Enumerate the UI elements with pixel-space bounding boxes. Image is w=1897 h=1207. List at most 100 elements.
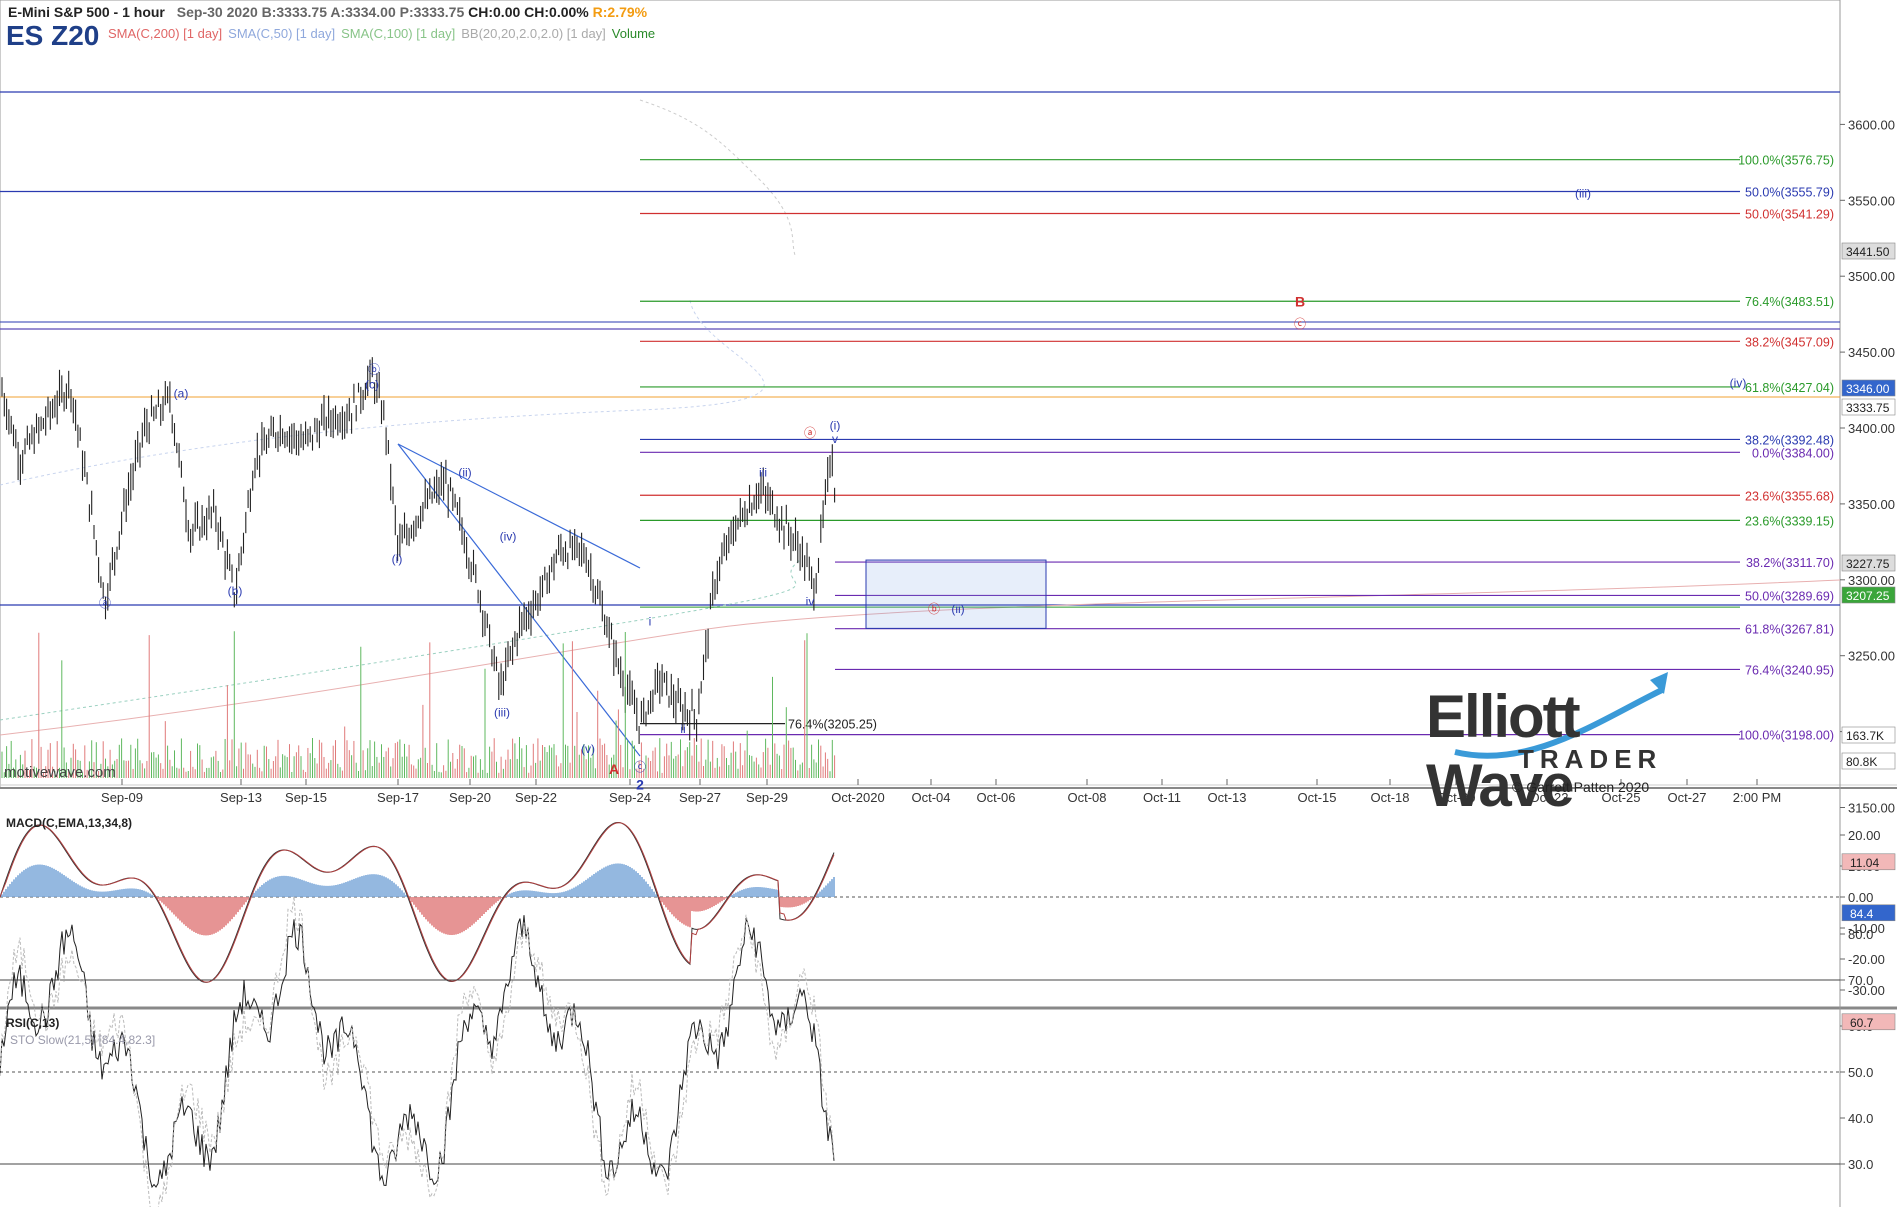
price-badge-label: 3333.75 <box>1846 401 1890 415</box>
target-box <box>865 559 1047 629</box>
wave-label: (ii) <box>458 466 471 480</box>
date-tick-label: 2:00 PM <box>1733 790 1781 805</box>
sto-label: STO Slow(21,5) [84.4,82.3] <box>10 1033 156 1047</box>
fib-label: 76.4%(3205.25) <box>788 718 877 732</box>
macd-label: MACD(C,EMA,13,34,8) <box>6 816 133 830</box>
wave-label: v <box>832 432 838 446</box>
price-tick-label: 3250.00 <box>1848 649 1895 664</box>
fib-label: 61.8%(3427.04) <box>1745 381 1834 395</box>
date-tick-label: Sep-15 <box>285 790 327 805</box>
date-tick-label: Sep-20 <box>449 790 491 805</box>
price-badge-label: 3227.75 <box>1846 557 1890 571</box>
symbol-label: ES Z20 <box>6 20 100 51</box>
indicator-0: SMA(C,200) [1 day] <box>108 26 223 41</box>
date-tick-label: Oct-18 <box>1370 790 1409 805</box>
wave-label: (v) <box>581 742 595 756</box>
wave-label: ⓑ <box>368 362 380 376</box>
price-tick-label: 3450.00 <box>1848 345 1895 360</box>
macd-signal-line <box>0 822 835 983</box>
macd-line <box>0 821 835 983</box>
price-tick-label: 3550.00 <box>1848 193 1895 208</box>
logo-copyright: © Garrett Patten 2020 <box>1512 779 1650 795</box>
fib-label: 38.2%(3457.09) <box>1745 335 1834 349</box>
price-tick-label: 3500.00 <box>1848 269 1895 284</box>
wave-label: 2 <box>636 776 644 792</box>
macd-badge-label: 11.04 <box>1850 856 1879 870</box>
rsi-tick-label: 40.0 <box>1848 1111 1873 1126</box>
rsi-label: RSI(C,13) <box>6 1016 60 1030</box>
date-tick-label: Oct-2020 <box>831 790 884 805</box>
date-tick-label: Oct-13 <box>1207 790 1246 805</box>
price-tick-label: 3300.00 <box>1848 573 1895 588</box>
date-tick-label: Sep-17 <box>377 790 419 805</box>
fib-label: 23.6%(3339.15) <box>1745 514 1834 528</box>
date-tick-label: Sep-24 <box>609 790 651 805</box>
price-badge-label: 3207.25 <box>1846 589 1890 603</box>
fib-label: 76.4%(3240.95) <box>1745 663 1834 677</box>
wave-label: ⓐ <box>99 596 111 610</box>
indicator-3: BB(20,20,2.0,2.0) [1 day] <box>461 26 606 41</box>
date-tick-label: Sep-13 <box>220 790 262 805</box>
fib-label: 61.8%(3267.81) <box>1745 623 1834 637</box>
wave-label: ⓒ <box>1294 317 1306 331</box>
wave-label: (iv) <box>500 529 517 543</box>
chart-header: E-Mini S&P 500 - 1 hour Sep-30 2020 B:33… <box>8 4 647 20</box>
price-tick-label: 3350.00 <box>1848 497 1895 512</box>
price-badge-label: 80.8K <box>1846 755 1877 769</box>
price-badge-label: 3346.00 <box>1846 382 1890 396</box>
rsi-line <box>0 915 835 1189</box>
change-readout: CH:0.00 CH:0.00% <box>468 4 589 20</box>
price-badge-label: 163.7K <box>1846 729 1884 743</box>
rsi-badge-label: 60.7 <box>1850 1016 1874 1030</box>
bb-upper-line <box>0 299 765 486</box>
fib-label: 50.0%(3555.79) <box>1745 186 1834 200</box>
macd-tick-label: -20.00 <box>1848 952 1885 967</box>
wave-label: B <box>1295 294 1305 310</box>
wave-label: (c) <box>365 378 379 392</box>
wave-label: (iii) <box>494 705 510 719</box>
channel-line <box>397 443 641 569</box>
wave-label: (iii) <box>1575 186 1591 200</box>
fib-label: 38.2%(3311.70) <box>1746 556 1834 570</box>
logo-line2: TRADER <box>1518 744 1663 774</box>
macd-tick-label: 20.00 <box>1848 828 1881 843</box>
range-readout: R:2.79% <box>592 4 648 20</box>
date-tick-label: Oct-08 <box>1067 790 1106 805</box>
date-tick-label: Oct-11 <box>1143 790 1181 805</box>
date-tick-label: Oct-04 <box>911 790 950 805</box>
wave-label: (i) <box>830 419 841 433</box>
date-tick-label: Sep-29 <box>746 790 788 805</box>
date-tick-label: Oct-15 <box>1297 790 1336 805</box>
price-tick-label: 3150.00 <box>1848 801 1895 816</box>
date-tick-label: Sep-22 <box>515 790 557 805</box>
wave-label: ⓑ <box>928 602 940 616</box>
rsi-tick-label: 70.0 <box>1848 973 1873 988</box>
fib-label: 50.0%(3541.29) <box>1745 208 1834 222</box>
wave-label: iv <box>806 595 815 609</box>
wave-label: (b) <box>228 584 243 598</box>
wave-label: ⓒ <box>634 760 646 774</box>
wave-label: (ii) <box>951 602 964 616</box>
fib-label: 100.0%(3576.75) <box>1738 154 1834 168</box>
price-badge-label: 3441.50 <box>1846 245 1890 259</box>
rsi-badge-label: 84.4 <box>1850 907 1874 921</box>
rsi-tick-label: 80.0 <box>1848 927 1873 942</box>
date-tick-label: Oct-06 <box>976 790 1015 805</box>
ohlc-readout: Sep-30 2020 B:3333.75 A:3334.00 P:3333.7… <box>176 4 465 20</box>
fib-label: 100.0%(3198.00) <box>1738 729 1834 743</box>
date-tick-label: Sep-27 <box>679 790 721 805</box>
wave-label: (a) <box>174 387 189 401</box>
wave-label: (i) <box>392 552 403 566</box>
wave-label: A <box>609 761 619 777</box>
fib-label: 50.0%(3289.69) <box>1745 589 1834 603</box>
price-tick-label: 3400.00 <box>1848 421 1895 436</box>
indicator-1: SMA(C,50) [1 day] <box>228 26 336 41</box>
indicator-2: SMA(C,100) [1 day] <box>341 26 456 41</box>
rsi-tick-label: 30.0 <box>1848 1157 1873 1172</box>
bb-line <box>639 99 796 256</box>
chart-title: E-Mini S&P 500 - 1 hour <box>8 4 165 20</box>
fib-label: 76.4%(3483.51) <box>1745 295 1834 309</box>
wave-label: ⓐ <box>804 426 816 440</box>
price-chart[interactable]: 3600.00 3550.00 3500.00 3450.00 3400.00 3350.… <box>0 0 1897 1207</box>
price-tick-label: 3600.00 <box>1848 117 1895 132</box>
